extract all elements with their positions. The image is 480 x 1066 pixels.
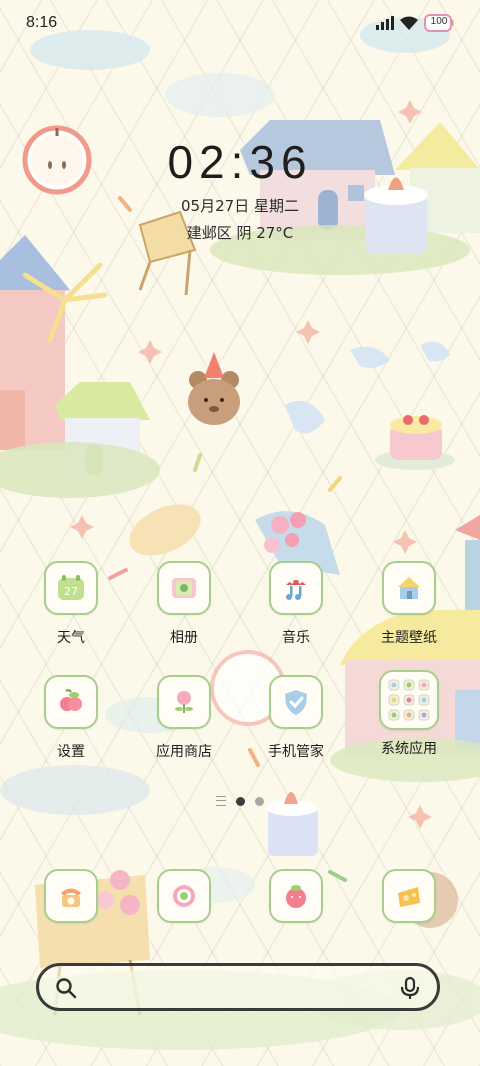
dock-camera[interactable] <box>134 869 234 923</box>
microphone-icon[interactable] <box>399 976 421 1000</box>
battery-level: 100 <box>430 16 448 27</box>
camera-icon <box>157 869 211 923</box>
app-theme-wallpaper[interactable]: 主题壁纸 <box>359 561 459 647</box>
app-label: 应用商店 <box>156 744 212 760</box>
app-music[interactable]: 音乐 <box>246 561 346 647</box>
app-label: 设置 <box>57 744 85 760</box>
app-label: 手机管家 <box>268 744 324 760</box>
music-icon <box>269 561 323 615</box>
app-label: 相册 <box>170 630 198 646</box>
battery-icon: 100 <box>424 14 454 32</box>
page-indicator[interactable] <box>0 796 480 806</box>
app-phone-manager[interactable]: 手机管家 <box>246 675 346 761</box>
app-label: 系统应用 <box>381 741 437 757</box>
app-gallery[interactable]: 相册 <box>134 561 234 647</box>
app-app-store[interactable]: 应用商店 <box>134 675 234 761</box>
weather-icon-number: 27 <box>64 585 78 598</box>
status-icons: 100 <box>376 14 454 32</box>
app-label: 主题壁纸 <box>381 630 437 646</box>
theme-wallpaper-icon <box>382 561 436 615</box>
dock-browser[interactable] <box>359 869 459 923</box>
signal-icon <box>376 16 394 30</box>
status-time: 8:16 <box>26 14 58 31</box>
phone-icon <box>44 869 98 923</box>
system-apps-folder-icon <box>379 670 439 730</box>
app-weather[interactable]: 27 天气 <box>21 561 121 647</box>
app-store-icon <box>157 675 211 729</box>
search-icon[interactable] <box>55 977 77 999</box>
page-dot[interactable] <box>255 796 264 806</box>
app-settings[interactable]: 设置 <box>21 675 121 761</box>
weather-icon: 27 <box>44 561 98 615</box>
clock-weather: 建邺区 阴 27°C <box>186 224 294 242</box>
wifi-icon <box>400 16 418 30</box>
clock-widget[interactable]: 02:36 05月27日 星期二 建邺区 阴 27°C <box>0 135 480 243</box>
clock-time: 02:36 <box>167 136 313 188</box>
page-dot-active[interactable] <box>236 796 245 806</box>
gallery-icon <box>157 561 211 615</box>
dock-messages[interactable] <box>246 869 346 923</box>
folder-system-apps[interactable]: 系统应用 <box>359 670 459 758</box>
messages-icon <box>269 869 323 923</box>
browser-icon <box>382 869 436 923</box>
clock-date: 05月27日 星期二 <box>181 197 299 215</box>
settings-icon <box>44 675 98 729</box>
dock-phone[interactable] <box>21 869 121 923</box>
page-list-icon[interactable] <box>216 796 226 806</box>
search-bar[interactable] <box>36 963 440 1011</box>
phone-manager-icon <box>269 675 323 729</box>
app-label: 天气 <box>57 630 85 646</box>
app-label: 音乐 <box>282 630 310 646</box>
status-bar: 8:16 100 <box>0 0 480 50</box>
